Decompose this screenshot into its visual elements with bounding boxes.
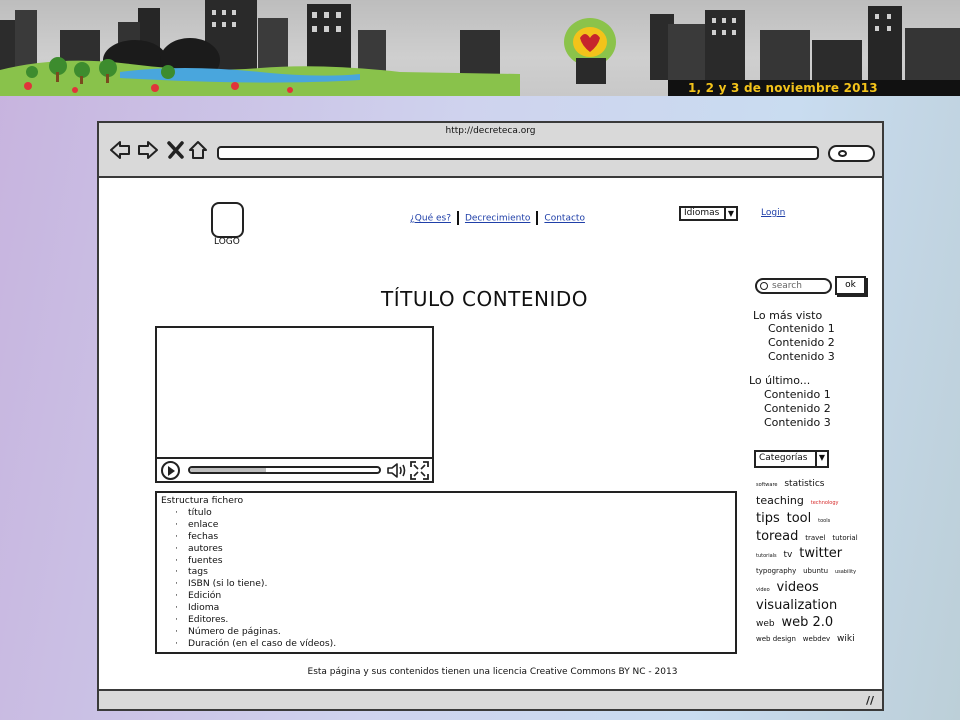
video-progress-bar[interactable] — [188, 466, 381, 474]
tag-link[interactable]: web — [756, 619, 775, 629]
nav-link-contacto[interactable]: Contacto — [544, 214, 585, 224]
tag-link[interactable]: web 2.0 — [782, 615, 834, 630]
search-placeholder: search — [772, 281, 802, 291]
tag-link[interactable]: webdev — [803, 635, 830, 643]
file-structure-item: título — [175, 507, 731, 519]
event-banner: 1, 2 y 3 de noviembre 2013 — [0, 0, 960, 96]
tag-link[interactable]: travel — [805, 534, 825, 542]
sidebar-content-link[interactable]: Contenido 3 — [768, 350, 835, 364]
chevron-down-icon: ▼ — [724, 208, 736, 219]
tag-link[interactable]: usability — [835, 569, 856, 575]
login-link[interactable]: Login — [761, 208, 785, 218]
nav-separator — [456, 211, 459, 225]
file-structure-item: Número de páginas. — [175, 626, 731, 638]
browser-toolbar: http://decreteca.org — [99, 123, 882, 178]
file-structure-item: ISBN (si lo tiene). — [175, 578, 731, 590]
file-structure-box: Estructura fichero títuloenlacefechasaut… — [155, 491, 737, 654]
tag-link[interactable]: software — [756, 482, 777, 488]
file-structure-item: Edición — [175, 590, 731, 602]
back-arrow-icon[interactable] — [109, 139, 131, 161]
file-structure-list: títuloenlacefechasautoresfuentestagsISBN… — [161, 507, 731, 650]
tag-link[interactable]: tv — [784, 550, 793, 560]
file-structure-item: Idioma — [175, 602, 731, 614]
tag-cloud: software statistics teaching technology … — [756, 477, 866, 647]
stop-x-icon[interactable] — [165, 139, 187, 161]
sidebar-content-link[interactable]: Contenido 3 — [764, 416, 831, 430]
license-footer: Esta página y sus contenidos tienen una … — [307, 667, 678, 677]
event-date: 1, 2 y 3 de noviembre 2013 — [668, 80, 960, 96]
language-dropdown-label: Idiomas — [684, 208, 720, 218]
language-dropdown[interactable]: Idiomas ▼ — [679, 206, 738, 221]
file-structure-item: fuentes — [175, 555, 731, 567]
status-bar: // — [99, 689, 882, 709]
tag-link[interactable]: tools — [818, 518, 830, 524]
video-controls — [157, 457, 432, 481]
tag-link[interactable]: video — [756, 587, 770, 593]
tag-link[interactable]: tutorials — [756, 553, 777, 559]
browser-search-field[interactable] — [828, 145, 875, 162]
file-structure-item: Editores. — [175, 614, 731, 626]
tag-link[interactable]: tutorial — [832, 534, 857, 542]
tag-link[interactable]: typography — [756, 567, 796, 575]
chevron-down-icon: ▼ — [815, 452, 827, 466]
address-bar[interactable] — [217, 146, 819, 160]
nav-separator — [536, 211, 539, 225]
home-icon[interactable] — [187, 139, 209, 161]
sidebar-content-link[interactable]: Contenido 1 — [764, 388, 831, 402]
file-structure-heading: Estructura fichero — [161, 495, 244, 506]
file-structure-item: tags — [175, 566, 731, 578]
categories-dropdown[interactable]: Categorías ▼ — [754, 450, 829, 468]
latest-heading: Lo último... — [749, 374, 811, 387]
file-structure-item: Duración (en el caso de vídeos). — [175, 638, 731, 650]
most-viewed-list: Contenido 1 Contenido 2 Contenido 3 — [768, 322, 835, 365]
tag-link[interactable]: tips — [756, 511, 780, 526]
sidebar-content-link[interactable]: Contenido 2 — [768, 336, 835, 350]
file-structure-item: enlace — [175, 519, 731, 531]
top-navigation: ¿Qué es? Decrecimiento Contacto — [410, 211, 585, 225]
most-viewed-heading: Lo más visto — [753, 309, 823, 322]
sidebar-content-link[interactable]: Contenido 1 — [768, 322, 835, 336]
search-icon — [760, 282, 768, 290]
tag-link[interactable]: technology — [811, 500, 839, 506]
tag-link[interactable]: teaching — [756, 494, 804, 507]
file-structure-item: autores — [175, 543, 731, 555]
fullscreen-icon[interactable] — [410, 461, 429, 480]
file-structure-item: fechas — [175, 531, 731, 543]
video-player[interactable] — [155, 326, 434, 483]
search-icon — [838, 150, 847, 157]
tag-link[interactable]: statistics — [784, 479, 824, 489]
search-ok-button[interactable]: ok — [835, 276, 866, 295]
nav-link-que-es[interactable]: ¿Qué es? — [410, 214, 451, 224]
tag-link[interactable]: twitter — [799, 546, 842, 561]
sidebar-content-link[interactable]: Contenido 2 — [764, 402, 831, 416]
forward-arrow-icon[interactable] — [137, 139, 159, 161]
logo-label: LOGO — [214, 237, 240, 247]
tag-link[interactable]: visualization — [756, 598, 837, 613]
video-progress-fill — [190, 468, 266, 472]
play-icon[interactable] — [161, 461, 180, 480]
search-input[interactable]: search — [755, 278, 832, 294]
volume-icon[interactable] — [387, 462, 407, 479]
tag-link[interactable]: ubuntu — [803, 567, 828, 575]
tag-link[interactable]: wiki — [837, 634, 855, 644]
browser-window-mockup: http://decreteca.org LOGO ¿Qué es? Decrec… — [97, 121, 884, 711]
resize-grip-icon[interactable]: // — [866, 695, 878, 707]
tag-link[interactable]: videos — [777, 580, 819, 595]
latest-list: Contenido 1 Contenido 2 Contenido 3 — [764, 388, 831, 431]
tag-link[interactable]: tool — [787, 511, 812, 526]
categories-dropdown-label: Categorías — [759, 453, 808, 463]
window-url-title: http://decreteca.org — [445, 126, 536, 136]
logo-placeholder[interactable] — [211, 202, 244, 238]
tag-link[interactable]: web design — [756, 635, 796, 643]
nav-link-decrecimiento[interactable]: Decrecimiento — [465, 214, 530, 224]
tag-link[interactable]: toread — [756, 529, 798, 544]
page-title: TÍTULO CONTENIDO — [381, 287, 589, 311]
